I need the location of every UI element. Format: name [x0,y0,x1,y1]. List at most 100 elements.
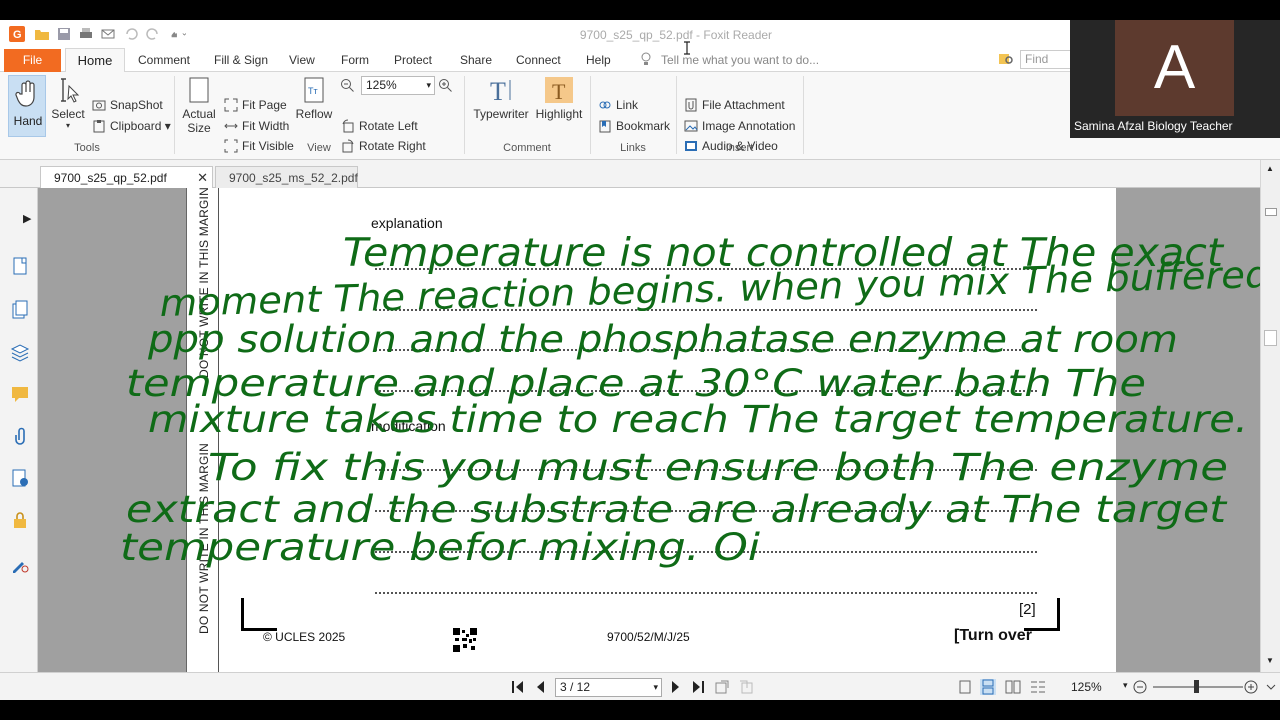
file-menu[interactable]: File [4,49,61,72]
select-cursor-icon [61,78,80,103]
rotate-left-button[interactable]: Rotate Left [341,119,418,133]
link-icon [599,101,611,109]
fit-width-icon [224,123,238,129]
turn-over-text: [Turn over [954,627,1032,644]
chevron-down-icon: ▾ [426,80,431,90]
document-tab[interactable]: 9700_s25_ms_52_2.pdf [215,166,358,189]
content-edit-icon[interactable] [10,554,30,574]
signature-icon[interactable] [10,468,30,488]
fit-page-icon [224,98,238,112]
bookmark-button[interactable]: Bookmark [598,119,670,133]
close-tab-icon[interactable]: ✕ [197,170,208,186]
continuous-facing-icon[interactable] [1030,679,1046,695]
next-view-icon[interactable] [738,679,754,695]
first-page-icon[interactable] [510,679,526,695]
text-cursor-icon [684,41,690,55]
tab-home[interactable]: Home [65,48,125,73]
file-attachment-button[interactable]: File Attachment [684,98,785,112]
previous-view-icon[interactable] [714,679,730,695]
find-options-icon[interactable] [998,51,1014,70]
reflow-icon: Tт [304,77,324,103]
highlight-icon: T [545,77,573,104]
zoom-slider-thumb[interactable] [1194,680,1199,693]
margin-line [218,188,219,672]
document-tab-active[interactable]: 9700_s25_qp_52.pdf ✕ [40,166,213,189]
document-viewport[interactable]: DO NOT WRITE IN THIS MARGIN DO NOT WRITE… [38,188,1260,672]
scroll-thumb[interactable] [1264,330,1277,346]
zoom-dropdown-chevron-icon[interactable]: ▾ [1123,680,1128,691]
zoom-in-icon[interactable] [1243,679,1259,695]
select-label: Select [51,107,85,121]
pages-icon[interactable] [10,300,30,320]
previous-page-icon[interactable] [533,679,549,695]
facing-pages-icon[interactable] [1005,679,1021,695]
expand-status-icon[interactable] [1263,679,1279,695]
answer-line [375,309,1037,311]
navigation-panel: ▶ [0,188,38,672]
participant-name: Samina Afzal Biology Teacher [1074,119,1233,133]
crop-mark-left [241,598,277,631]
lightbulb-icon [640,52,652,69]
snapshot-button[interactable]: SnapShot [92,98,163,112]
zoom-out-icon[interactable] [1132,679,1148,695]
vertical-scrollbar[interactable]: ▲ ▼ [1260,160,1280,672]
tab-share[interactable]: Share [460,53,492,67]
lock-icon[interactable] [10,510,30,530]
document-tabs: 9700_s25_qp_52.pdf ✕ 9700_s25_ms_52_2.pd… [0,160,1280,189]
tab-fill-sign[interactable]: Fill & Sign [214,53,268,67]
highlight-button[interactable]: T Highlight [535,76,583,121]
continuous-page-icon[interactable] [980,679,996,695]
svg-text:Tт: Tт [308,86,318,96]
page-thumbnail-icon[interactable] [10,256,30,276]
hand-label: Hand [13,114,43,128]
margin-warning-bottom: DO NOT WRITE IN THIS MARGIN [197,443,211,634]
next-page-icon[interactable] [667,679,683,695]
page-number-input[interactable]: 3 / 12 ▾ [555,678,662,697]
attachment-icon [685,98,697,112]
avatar: A [1115,20,1234,116]
zoom-in-icon[interactable] [438,78,453,96]
typewriter-icon: T [490,77,511,104]
link-button[interactable]: Link [598,98,638,112]
screen: G 9700_s25_qp_52.pdf - Foxit Reader File… [0,0,1280,720]
answer-line [375,510,1037,512]
scroll-down-icon[interactable]: ▼ [1266,656,1274,665]
single-page-icon[interactable] [957,679,973,695]
fit-width-button[interactable]: Fit Width [224,119,289,133]
image-annotation-button[interactable]: Image Annotation [684,119,795,133]
select-tool-button[interactable]: Select ▾ [49,76,87,130]
divider [803,76,804,154]
fit-page-button[interactable]: Fit Page [224,98,287,112]
typewriter-button[interactable]: T Typewriter [470,76,532,121]
answer-line [375,268,1037,270]
comment-group-label: Comment [503,142,551,154]
answer-line [375,469,1037,471]
comments-icon[interactable] [10,384,30,404]
zoom-level[interactable]: 125% [1071,680,1102,694]
zoom-out-icon[interactable] [340,78,355,96]
hand-tool-button[interactable]: Hand [8,75,46,137]
insert-group-label: Insert [725,142,754,154]
scroll-up-icon[interactable]: ▲ [1266,164,1274,173]
clipboard-button[interactable]: Clipboard ▾ [92,119,171,133]
attachments-icon[interactable] [10,426,30,446]
page-thumb-indicator[interactable] [1265,208,1277,216]
tab-comment[interactable]: Comment [138,53,190,67]
tell-me-search[interactable]: Tell me what you want to do... [661,53,819,67]
page-icon [189,77,209,103]
tab-view[interactable]: View [289,53,315,67]
answer-line [375,592,1037,594]
camera-icon [92,100,106,111]
reflow-button[interactable]: Tт Reflow [295,76,333,121]
answer-line [375,390,1037,392]
chevron-down-icon: ▾ [653,682,658,692]
last-page-icon[interactable] [690,679,706,695]
tab-form[interactable]: Form [341,53,369,67]
tab-connect[interactable]: Connect [516,53,561,67]
webcam-overlay: A Samina Afzal Biology Teacher [1070,20,1280,138]
layers-icon[interactable] [10,342,30,362]
tab-help[interactable]: Help [586,53,611,67]
zoom-select[interactable]: 125% ▾ [361,76,435,95]
actual-size-button[interactable]: Actual Size [180,76,218,135]
tab-protect[interactable]: Protect [394,53,432,67]
